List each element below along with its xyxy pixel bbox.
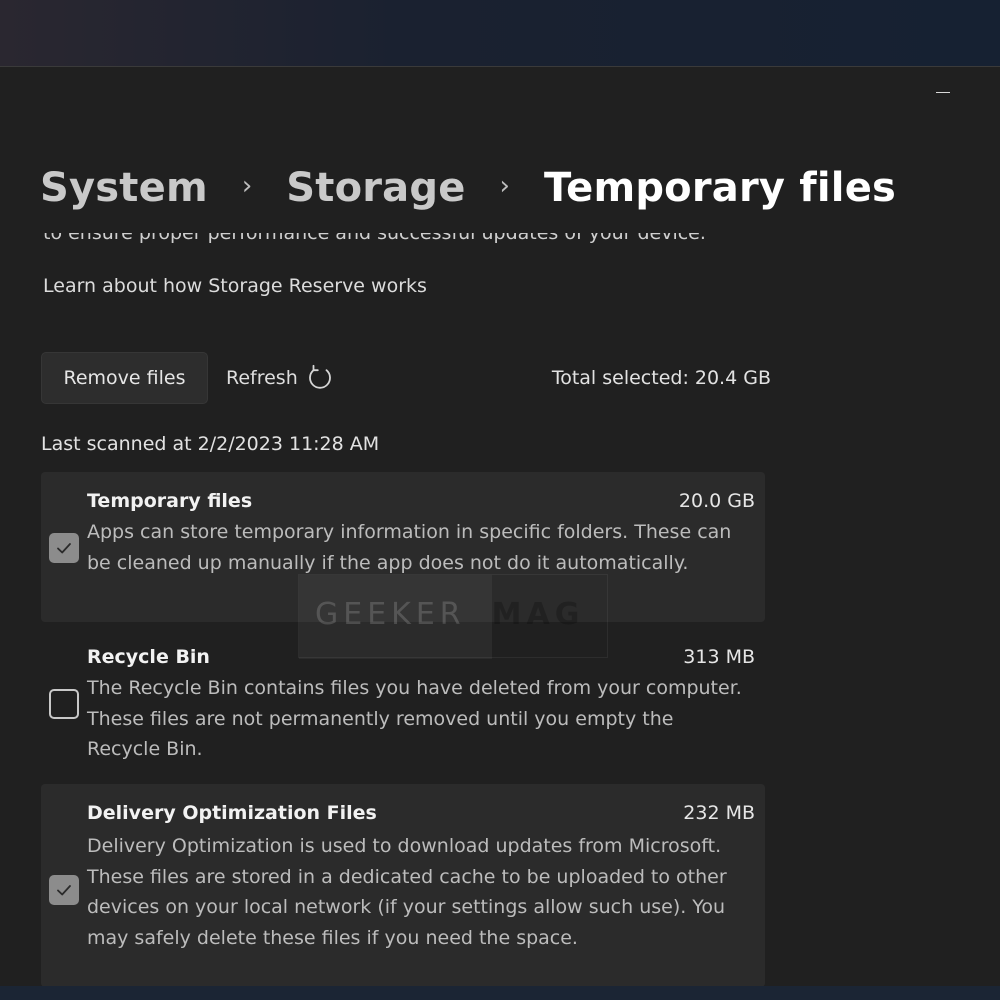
item-size: 20.0 GB	[678, 490, 755, 512]
breadcrumb: System › Storage › Temporary files	[40, 165, 896, 211]
settings-window: System › Storage › Temporary files to en…	[0, 66, 1000, 987]
chevron-right-icon: ›	[241, 171, 253, 201]
item-description: The Recycle Bin contains files you have …	[87, 677, 742, 760]
check-icon	[57, 885, 71, 896]
list-item-recycle-bin[interactable]: Recycle Bin 313 MB The Recycle Bin conta…	[41, 628, 765, 778]
temporary-files-checkbox[interactable]	[49, 533, 79, 563]
last-scanned-label: Last scanned at 2/2/2023 11:28 AM	[41, 433, 380, 455]
item-size: 313 MB	[683, 646, 755, 668]
refresh-icon	[308, 364, 331, 389]
total-selected-label: Total selected: 20.4 GB	[551, 367, 771, 389]
item-description: Delivery Optimization is used to downloa…	[87, 835, 727, 949]
item-size: 232 MB	[683, 802, 755, 824]
refresh-button[interactable]: Refresh	[226, 352, 334, 404]
item-title: Delivery Optimization Files	[87, 802, 377, 824]
storage-reserve-learn-link[interactable]: Learn about how Storage Reserve works	[43, 275, 427, 297]
refresh-label: Refresh	[226, 367, 298, 389]
taskbar-edge	[0, 986, 1000, 1000]
item-title: Recycle Bin	[87, 646, 210, 668]
chevron-right-icon: ›	[499, 171, 510, 201]
list-item-temporary-files[interactable]: Temporary files 20.0 GB Apps can store t…	[41, 472, 765, 622]
storage-reserve-description: to ensure proper performance and success…	[43, 233, 706, 244]
item-description: Apps can store temporary information in …	[87, 521, 732, 574]
breadcrumb-system[interactable]: System	[40, 165, 208, 211]
delivery-optimization-checkbox[interactable]	[49, 875, 79, 905]
item-title: Temporary files	[87, 490, 253, 512]
check-icon	[57, 543, 71, 554]
page-title: Temporary files	[543, 165, 897, 211]
remove-files-button[interactable]: Remove files	[41, 352, 208, 404]
minimize-button[interactable]	[920, 77, 966, 107]
breadcrumb-storage[interactable]: Storage	[286, 165, 465, 211]
toolbar: Remove files Refresh Total selected: 20.…	[41, 352, 771, 404]
list-item-delivery-optimization-files[interactable]: Delivery Optimization Files 232 MB Deliv…	[41, 784, 765, 987]
minimize-icon	[936, 91, 950, 93]
desktop-background-top	[0, 0, 1000, 66]
recycle-bin-checkbox[interactable]	[49, 689, 79, 719]
